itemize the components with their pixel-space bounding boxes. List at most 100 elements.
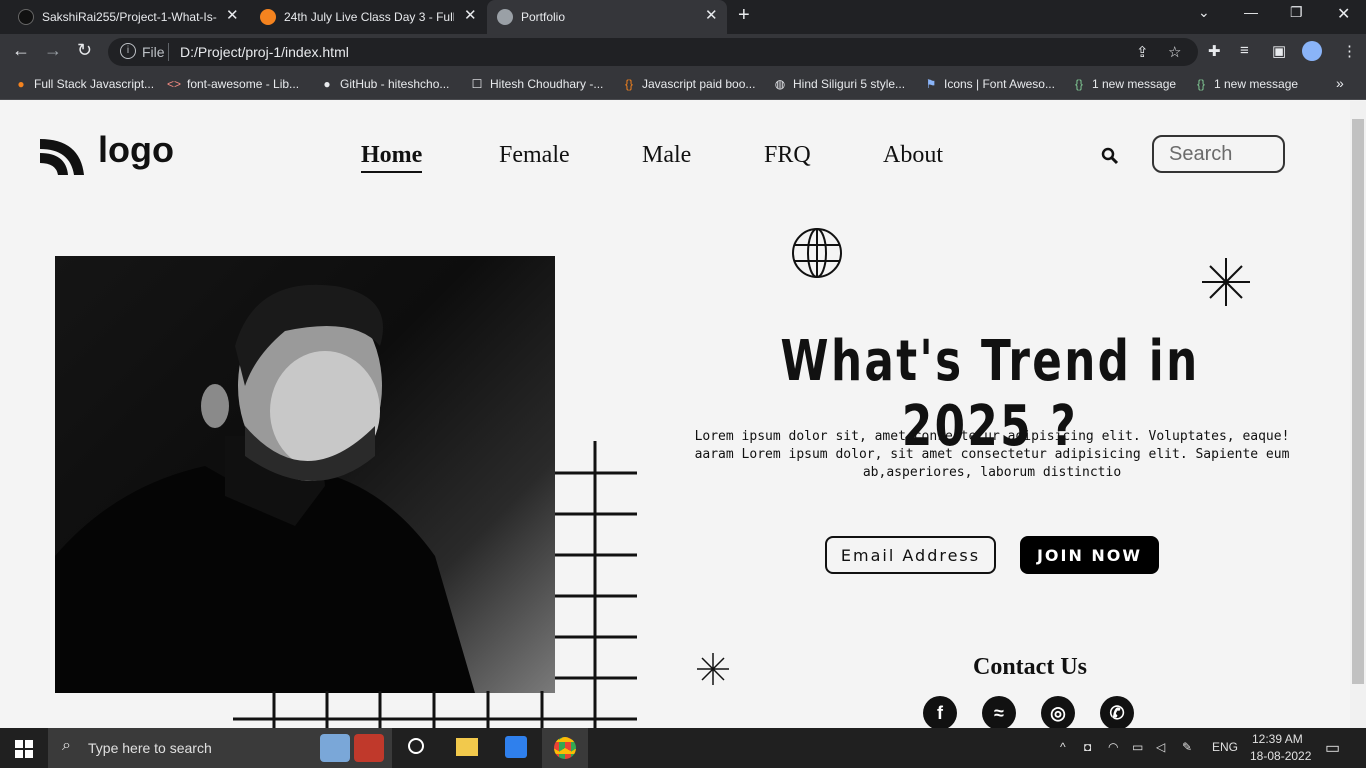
vscode-icon[interactable]: [505, 736, 527, 758]
tab-search-icon[interactable]: ⌄: [1198, 4, 1210, 21]
clock-time[interactable]: 12:39 AM: [1252, 732, 1303, 746]
logo-text: logo: [98, 129, 174, 170]
join-now-button[interactable]: JOIN NOW: [1020, 536, 1159, 574]
instagram-icon[interactable]: ◎: [1041, 696, 1075, 728]
windows-taskbar: ⌕ Type here to search ^ ◘ ◠ ▭ ◁ ✎ ENG 12…: [0, 728, 1366, 768]
windows-start-icon[interactable]: [15, 740, 33, 758]
chrome-taskbar-button[interactable]: [542, 728, 588, 768]
bookmark-item[interactable]: ⚑ Icons | Font Aweso...: [924, 77, 1055, 91]
extensions-icon[interactable]: ✚: [1208, 42, 1221, 60]
circle-icon: ●: [17, 77, 25, 91]
taskbar-search[interactable]: ⌕ Type here to search: [48, 728, 392, 768]
tab-live-class[interactable]: 24th July Live Class Day 3 - Full S ✕: [250, 0, 486, 34]
tab-github[interactable]: SakshiRai255/Project-1-What-Is- ✕: [8, 0, 246, 34]
url-text[interactable]: D:/Project/proj-1/index.html: [180, 44, 349, 60]
minimize-icon[interactable]: —: [1244, 4, 1258, 20]
hero-description: Lorem ipsum dolor sit, amet consectetur …: [694, 429, 1290, 480]
forward-icon[interactable]: →: [44, 40, 62, 61]
nav-female[interactable]: Female: [499, 142, 570, 169]
nav-about[interactable]: About: [883, 142, 943, 169]
github-icon: ●: [323, 77, 331, 91]
menu-icon[interactable]: ⋮: [1342, 42, 1357, 60]
file-explorer-icon[interactable]: [456, 738, 478, 756]
bookmark-label: font-awesome - Lib...: [187, 77, 300, 91]
nav-home[interactable]: Home: [361, 142, 423, 173]
facebook-icon[interactable]: f: [923, 696, 957, 728]
globe-favicon-icon: [497, 9, 513, 25]
scrollbar-thumb[interactable]: [1352, 119, 1364, 684]
profile-avatar-icon[interactable]: [1302, 41, 1322, 61]
contact-title: Contact Us: [973, 654, 1087, 680]
sparkle-icon: [697, 653, 729, 685]
github-favicon-icon: [18, 9, 34, 25]
chat-icon: {}: [1196, 77, 1205, 91]
info-icon[interactable]: i: [120, 43, 136, 59]
address-bar[interactable]: i File D:/Project/proj-1/index.html ⇪ ☆: [108, 38, 1198, 66]
globe-icon: [792, 228, 842, 278]
tab-title: SakshiRai255/Project-1-What-Is-: [42, 10, 217, 24]
nav-male[interactable]: Male: [642, 142, 691, 169]
search-highlight-icon: [320, 734, 350, 762]
bookmark-label: Full Stack Javascript...: [34, 77, 155, 91]
battery-icon[interactable]: ▭: [1132, 740, 1143, 754]
bookmark-star-icon[interactable]: ☆: [1168, 43, 1181, 61]
pen-icon[interactable]: ✎: [1182, 740, 1192, 754]
meet-icon[interactable]: ◘: [1084, 740, 1091, 754]
chat-icon: {}: [1074, 77, 1083, 91]
page-icon: ☐: [471, 77, 483, 91]
bookmark-label: Javascript paid boo...: [642, 77, 756, 91]
more-bookmarks-icon[interactable]: »: [1336, 75, 1344, 91]
url-scheme: File: [142, 44, 165, 60]
volume-icon[interactable]: ◁: [1156, 740, 1165, 754]
house-icon: [354, 734, 384, 762]
sparkle-icon: [1202, 258, 1250, 306]
close-window-icon[interactable]: ✕: [1337, 4, 1350, 24]
class-favicon-icon: [260, 9, 276, 25]
bookmark-item[interactable]: <> font-awesome - Lib...: [167, 77, 299, 91]
nav-frq[interactable]: FRQ: [764, 142, 811, 169]
bookmark-item[interactable]: ◍ Hind Siliguri 5 style...: [773, 77, 905, 91]
close-tab-icon[interactable]: ✕: [705, 6, 718, 24]
bookmark-item[interactable]: ● Full Stack Javascript...: [14, 77, 154, 91]
bookmark-item[interactable]: {} 1 new message: [1194, 77, 1298, 91]
new-tab-icon[interactable]: +: [738, 4, 750, 27]
task-view-icon[interactable]: [408, 738, 424, 754]
back-icon[interactable]: ←: [12, 40, 30, 61]
bookmark-item[interactable]: ● GitHub - hiteshcho...: [320, 77, 449, 91]
close-tab-icon[interactable]: ✕: [226, 6, 239, 24]
bookmark-item[interactable]: ☐ Hitesh Choudhary -...: [470, 77, 604, 91]
close-tab-icon[interactable]: ✕: [464, 6, 477, 24]
bookmark-label: 1 new message: [1092, 77, 1177, 91]
restore-icon[interactable]: ❐: [1290, 4, 1303, 21]
site-logo[interactable]: logo: [40, 129, 174, 180]
tab-portfolio[interactable]: Portfolio ✕: [487, 0, 727, 34]
search-icon: ⌕: [62, 737, 71, 754]
bookmark-label: GitHub - hiteshcho...: [340, 77, 450, 91]
page-scrollbar[interactable]: [1350, 101, 1366, 728]
braces-icon: {}: [624, 77, 633, 91]
chrome-icon: [554, 737, 576, 759]
search-icon[interactable]: [1101, 147, 1119, 165]
tab-title: 24th July Live Class Day 3 - Full S: [284, 10, 454, 24]
wifi-icon[interactable]: ◠: [1108, 740, 1118, 754]
reload-icon[interactable]: ↻: [77, 40, 92, 61]
share-icon[interactable]: ⇪: [1136, 43, 1149, 61]
email-address-button[interactable]: Email Address: [825, 536, 996, 574]
messenger-icon[interactable]: ≈: [982, 696, 1016, 728]
tab-title: Portfolio: [521, 10, 566, 24]
clock-date[interactable]: 18-08-2022: [1250, 749, 1311, 763]
notifications-icon[interactable]: ▭: [1325, 738, 1340, 758]
language-indicator[interactable]: ENG: [1212, 740, 1238, 754]
whatsapp-icon[interactable]: ✆: [1100, 696, 1134, 728]
media-icon[interactable]: ≡: [1240, 42, 1249, 59]
bookmark-item[interactable]: {} Javascript paid boo...: [622, 77, 755, 91]
bookmark-label: 1 new message: [1214, 77, 1299, 91]
flag-icon: ⚑: [925, 77, 937, 91]
code-icon: <>: [167, 77, 182, 91]
browser-toolbar: ← → ↻ i File D:/Project/proj-1/index.htm…: [0, 34, 1366, 70]
search-input[interactable]: [1152, 135, 1285, 173]
side-panel-icon[interactable]: ▣: [1272, 42, 1286, 60]
decorative-grid: [233, 441, 637, 728]
show-hidden-icons-icon[interactable]: ^: [1060, 740, 1066, 754]
bookmark-item[interactable]: {} 1 new message: [1072, 77, 1176, 91]
